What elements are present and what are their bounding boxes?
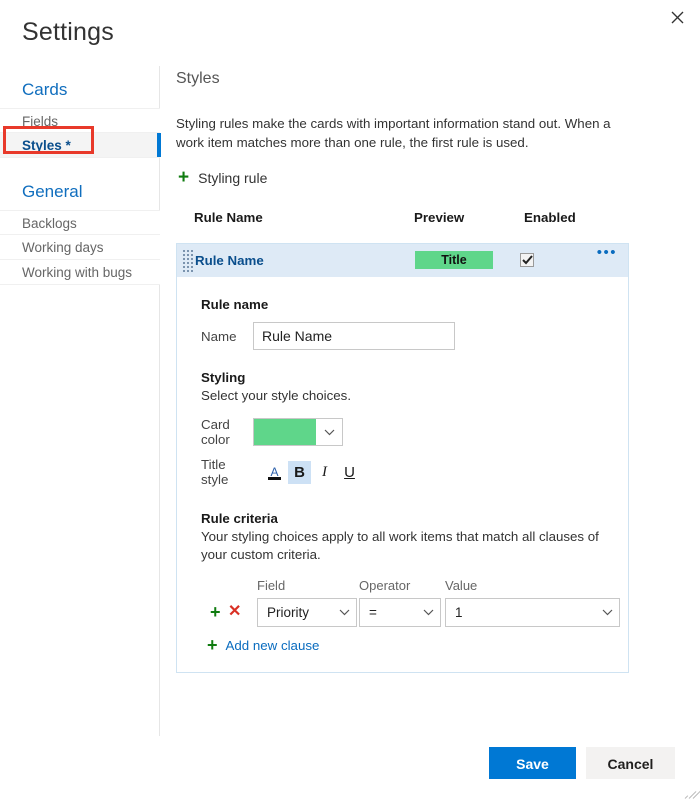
criteria-section-title: Rule criteria	[201, 511, 628, 526]
clause-field-dropdown[interactable]: Priority	[257, 598, 357, 627]
plus-icon: +	[178, 168, 189, 187]
checkmark-icon	[522, 255, 533, 265]
styling-section: Styling Select your style choices. Card …	[201, 370, 628, 487]
add-clause-plus-icon[interactable]: +	[210, 601, 221, 623]
bold-button[interactable]: B	[288, 461, 311, 484]
sidebar-item-label: Backlogs	[22, 216, 77, 231]
styling-rule-row[interactable]: Rule Name Title •••	[177, 244, 628, 277]
chevron-down-icon	[316, 419, 342, 445]
selected-indicator-bar	[157, 133, 161, 157]
title-style-row: Title style A B I U	[201, 457, 628, 487]
clause-row: + ✕ Priority =	[201, 598, 628, 628]
drag-handle-icon[interactable]	[183, 250, 192, 271]
save-button[interactable]: Save	[489, 747, 576, 779]
title-style-button-group: A B I U	[263, 461, 361, 484]
chevron-down-icon	[332, 609, 356, 616]
clause-value-dropdown[interactable]: 1	[445, 598, 620, 627]
sidebar-item-label: Fields	[22, 114, 58, 129]
sidebar-item-backlogs[interactable]: Backlogs	[0, 210, 160, 235]
sidebar-group-general: General	[0, 176, 160, 210]
font-color-button[interactable]: A	[263, 461, 286, 484]
clause-header-operator: Operator	[359, 578, 410, 593]
rule-row-name: Rule Name	[195, 244, 264, 277]
page-title: Settings	[22, 18, 114, 47]
sidebar-item-label: Working days	[22, 240, 104, 255]
pane-description: Styling rules make the cards with import…	[176, 114, 632, 152]
styling-section-title: Styling	[201, 370, 628, 385]
styling-section-subtitle: Select your style choices.	[201, 387, 605, 405]
sidebar-item-label: Working with bugs	[22, 265, 132, 280]
styling-rule-body: Rule name Name Styling Select your style…	[177, 277, 628, 672]
clause-header-value: Value	[445, 578, 477, 593]
title-style-label: Title style	[201, 457, 253, 487]
dialog-footer: Save Cancel	[0, 735, 700, 801]
rule-enabled-checkbox[interactable]	[520, 253, 534, 267]
criteria-section-subtitle: Your styling choices apply to all work i…	[201, 528, 605, 564]
rule-name-field-row: Name	[201, 322, 628, 350]
font-color-bar	[268, 477, 281, 480]
column-header-enabled: Enabled	[524, 210, 576, 225]
remove-clause-cross-icon[interactable]: ✕	[228, 601, 241, 623]
styling-rule-card: Rule Name Title ••• Rule name Name Styli…	[176, 243, 629, 673]
name-field-label: Name	[201, 329, 253, 344]
clause-field-value: Priority	[258, 605, 332, 620]
rule-name-input[interactable]	[253, 322, 455, 350]
chevron-down-icon	[416, 609, 440, 616]
main-content: Styles Styling rules make the cards with…	[176, 70, 686, 673]
card-color-picker[interactable]	[253, 418, 343, 446]
clause-operator-value: =	[360, 605, 416, 620]
sidebar: Cards Fields Styles * General Backlogs W…	[0, 66, 160, 736]
clause-value-value: 1	[446, 605, 595, 620]
sidebar-group-cards: Cards	[0, 74, 160, 108]
card-color-row: Card color	[201, 417, 628, 447]
underline-button[interactable]: U	[338, 461, 361, 484]
sidebar-item-fields[interactable]: Fields	[0, 108, 160, 133]
chevron-down-icon	[595, 609, 619, 616]
ellipsis-icon[interactable]: •••	[597, 246, 617, 260]
sidebar-item-working-with-bugs[interactable]: Working with bugs	[0, 260, 160, 285]
plus-icon: +	[207, 636, 218, 654]
add-new-clause-button[interactable]: + Add new clause	[207, 636, 319, 654]
rules-table-header: Rule Name Preview Enabled	[176, 210, 686, 232]
rule-criteria-section: Rule criteria Your styling choices apply…	[201, 511, 628, 656]
resize-grip-icon[interactable]	[685, 786, 697, 798]
card-color-swatch	[254, 419, 316, 445]
close-button[interactable]	[660, 2, 694, 32]
add-styling-rule-button[interactable]: + Styling rule	[176, 168, 267, 187]
italic-button[interactable]: I	[313, 461, 336, 484]
add-new-clause-label: Add new clause	[226, 638, 320, 653]
rule-preview-swatch: Title	[415, 251, 493, 269]
clause-column-headers: Field Operator Value	[201, 578, 628, 596]
sidebar-item-label: Styles *	[22, 138, 71, 153]
column-header-preview: Preview	[414, 210, 464, 225]
cancel-button[interactable]: Cancel	[586, 747, 675, 779]
card-color-label: Card color	[201, 417, 253, 447]
clause-operator-dropdown[interactable]: =	[359, 598, 441, 627]
add-styling-rule-label: Styling rule	[198, 170, 267, 186]
close-icon	[671, 11, 684, 24]
pane-title: Styles	[176, 70, 686, 88]
rule-name-section-title: Rule name	[201, 297, 628, 312]
clause-header-field: Field	[257, 578, 285, 593]
sidebar-item-styles[interactable]: Styles *	[0, 133, 160, 158]
sidebar-item-working-days[interactable]: Working days	[0, 235, 160, 260]
column-header-rule-name: Rule Name	[194, 210, 263, 225]
